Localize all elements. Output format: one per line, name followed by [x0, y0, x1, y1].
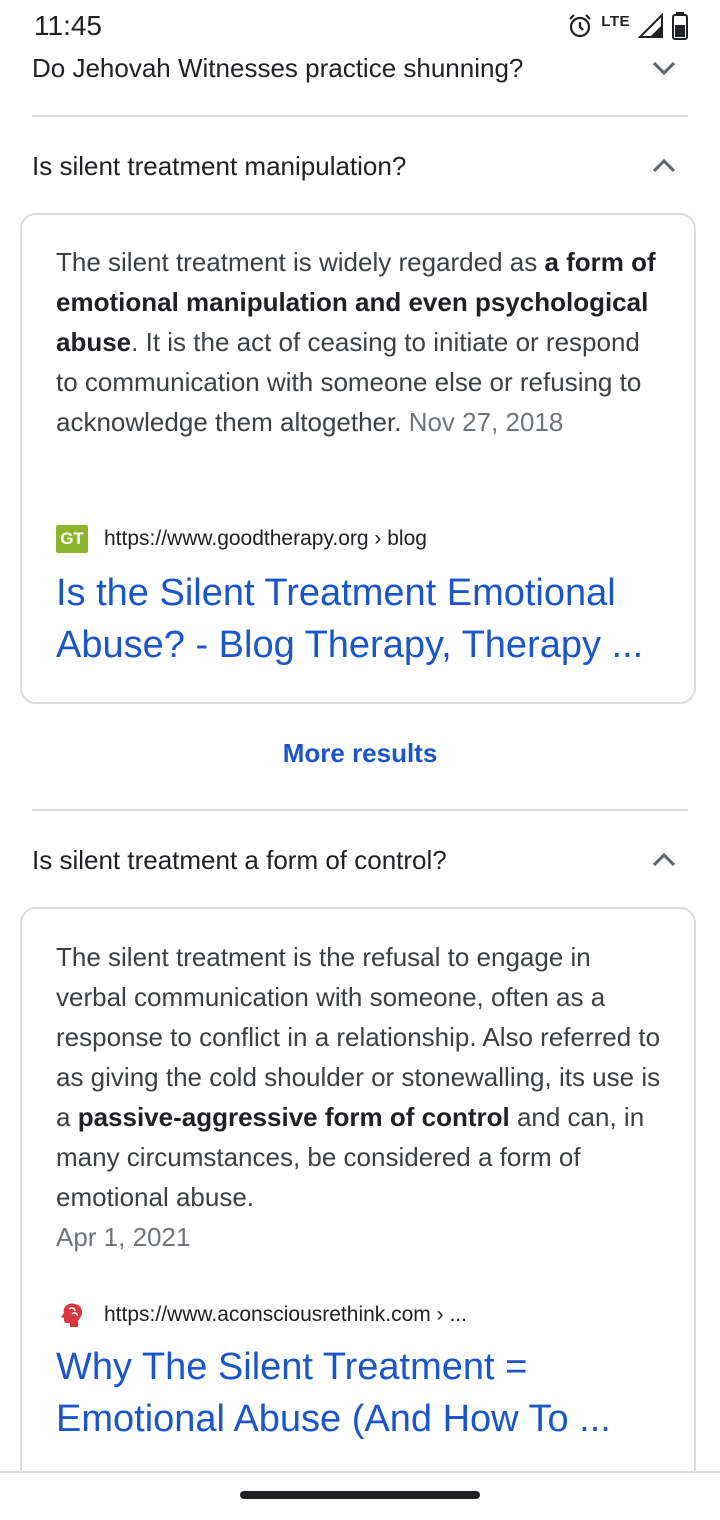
- brain-favicon-icon: [61, 1303, 83, 1327]
- answer-snippet: The silent treatment is the refusal to e…: [56, 937, 666, 1257]
- snippet-date: Nov 27, 2018: [408, 407, 564, 437]
- faq-question-shunning[interactable]: Do Jehovah Witnesses practice shunning?: [32, 46, 688, 90]
- snippet-highlight: passive-aggressive form of control: [77, 1102, 510, 1132]
- network-type-label: LTE: [601, 12, 630, 30]
- faq-question-text: Do Jehovah Witnesses practice shunning?: [32, 52, 524, 83]
- more-results-link[interactable]: More results: [0, 738, 720, 769]
- snippet-date: Apr 1, 2021: [56, 1222, 191, 1252]
- status-icons: LTE: [567, 8, 688, 44]
- answer-snippet: The silent treatment is widely regarded …: [56, 242, 666, 442]
- snippet-text: The silent treatment is widely regarded …: [56, 247, 545, 277]
- divider: [32, 115, 688, 117]
- chevron-down-icon: [652, 61, 676, 76]
- result-title-link[interactable]: Why The Silent Treatment = Emotional Abu…: [56, 1341, 676, 1445]
- goodtherapy-favicon: GT: [56, 525, 88, 553]
- source-row[interactable]: https://www.aconsciousrethink.com › ...: [56, 1299, 467, 1331]
- answer-card-manipulation: The silent treatment is widely regarded …: [20, 213, 696, 704]
- source-url: https://www.aconsciousrethink.com › ...: [104, 1303, 467, 1326]
- alarm-icon: [569, 14, 592, 38]
- status-bar: 11:45 LTE: [0, 0, 720, 52]
- answer-card-control: The silent treatment is the refusal to e…: [20, 907, 696, 1507]
- source-url: https://www.goodtherapy.org › blog: [104, 527, 427, 550]
- divider: [32, 809, 688, 811]
- result-title-link[interactable]: Is the Silent Treatment Emotional Abuse?…: [56, 567, 676, 671]
- chevron-up-icon: [652, 158, 676, 173]
- faq-question-manipulation[interactable]: Is silent treatment manipulation?: [32, 144, 688, 188]
- faq-question-control[interactable]: Is silent treatment a form of control?: [32, 838, 688, 882]
- status-time: 11:45: [34, 10, 102, 41]
- home-indicator[interactable]: [240, 1491, 480, 1499]
- faq-question-text: Is silent treatment manipulation?: [32, 150, 407, 181]
- chevron-up-icon: [652, 852, 676, 867]
- battery-icon: [672, 12, 688, 40]
- source-row[interactable]: GT https://www.goodtherapy.org › blog: [56, 525, 427, 553]
- signal-icon: [638, 13, 663, 38]
- faq-question-text: Is silent treatment a form of control?: [32, 844, 447, 875]
